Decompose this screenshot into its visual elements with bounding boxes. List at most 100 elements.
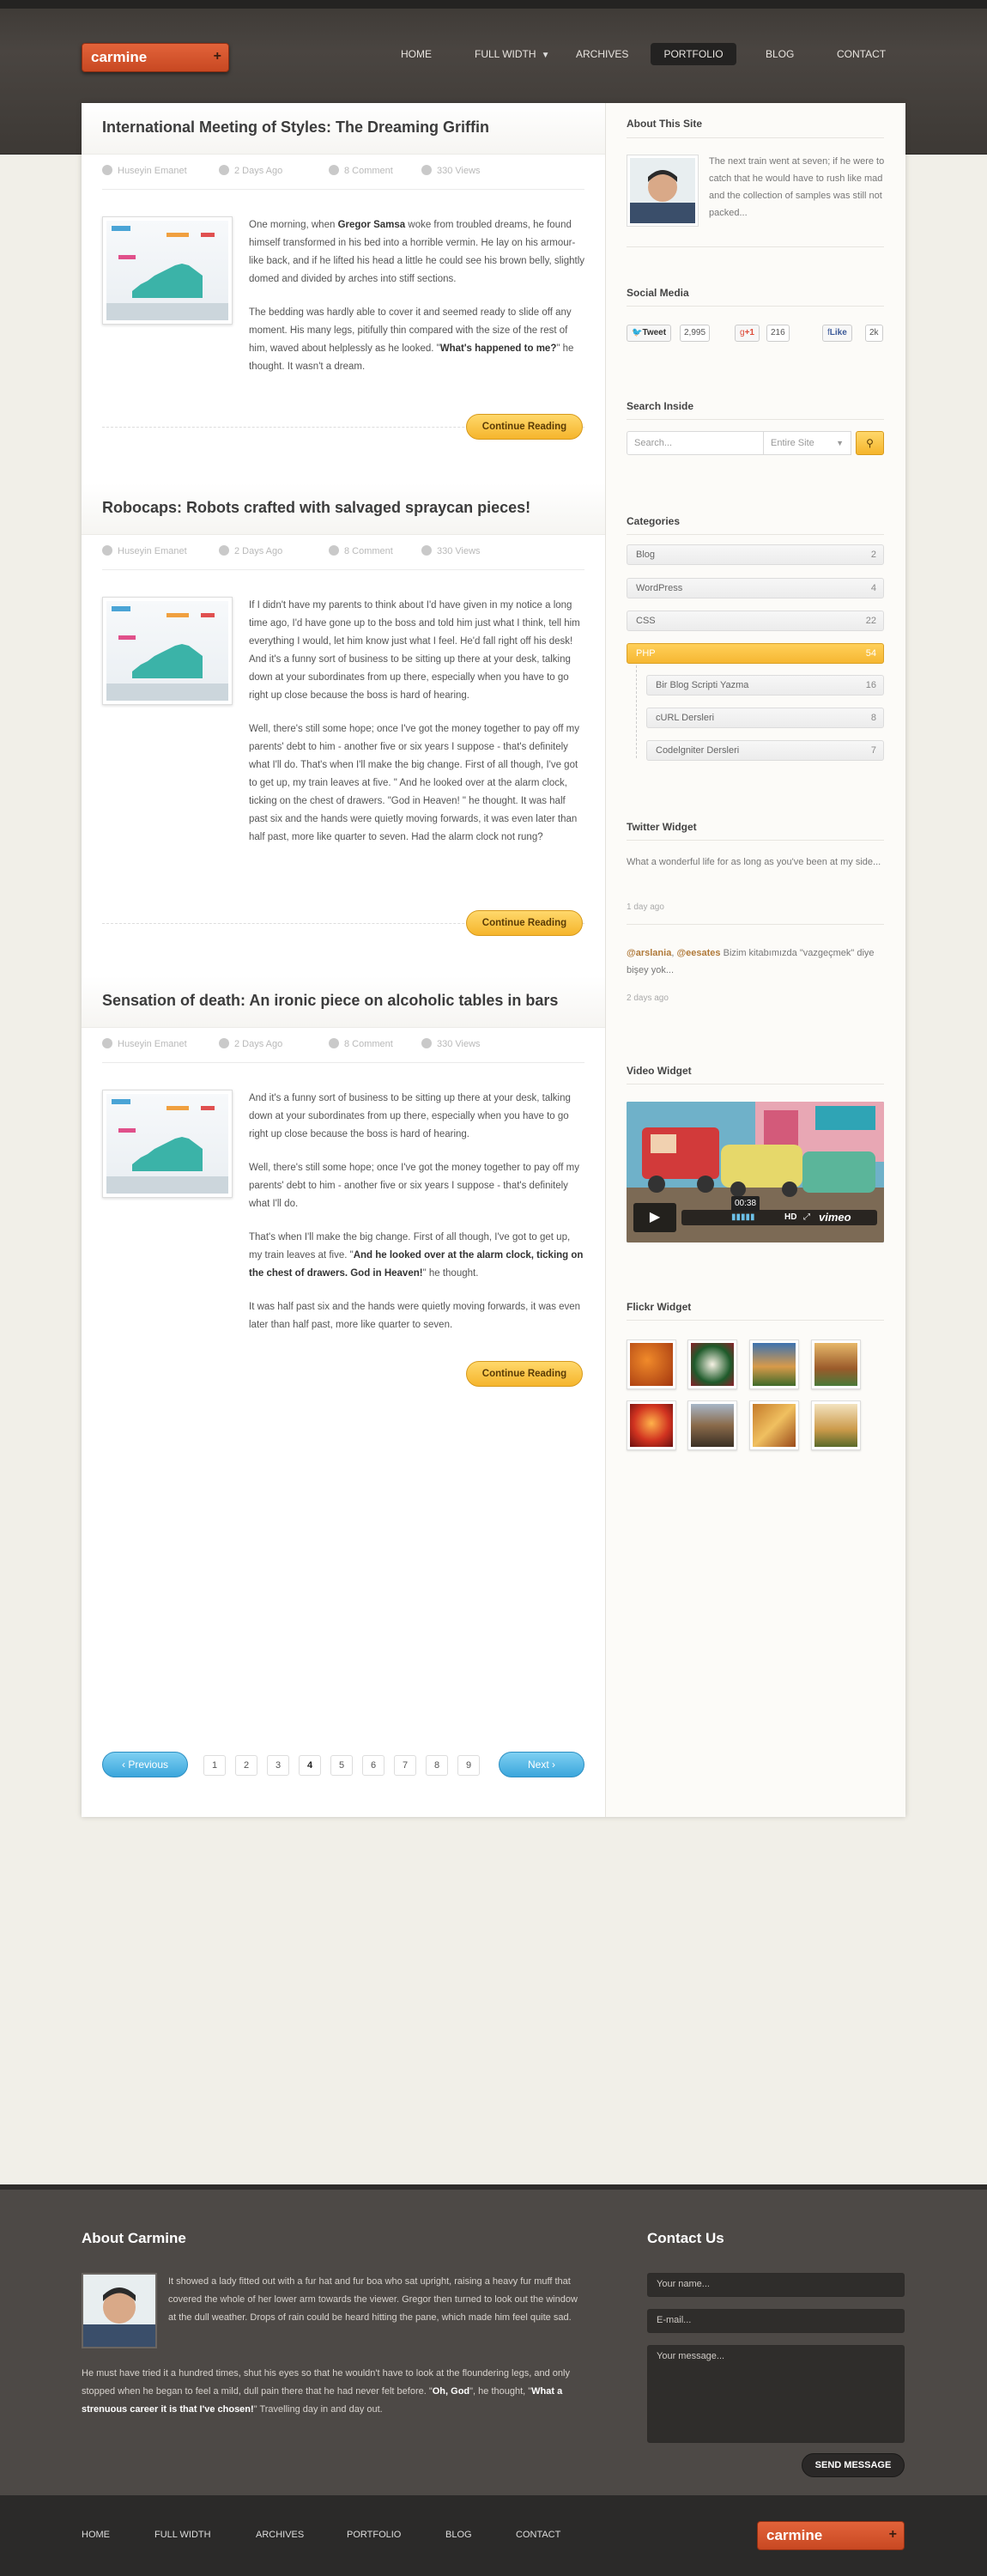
footer-nav-home[interactable]: HOME [82,2530,110,2540]
blog-post: Robocaps: Robots crafted with salvaged s… [82,483,605,981]
subcategory-label: Codelgniter Dersleri [656,745,740,756]
clock-icon [219,165,229,175]
page-link[interactable]: 7 [394,1755,416,1776]
search-input[interactable]: Search... [627,431,764,455]
footer-nav-full-width[interactable]: FULL WIDTH [154,2530,211,2540]
post-author[interactable]: Huseyin Emanet [102,545,187,556]
clock-icon [219,1038,229,1048]
post-author[interactable]: Huseyin Emanet [102,1038,187,1049]
category-item[interactable]: CSS 22 [627,611,884,631]
category-item-active[interactable]: PHP 54 [627,643,884,664]
footer-logo[interactable]: carmine + [757,2521,905,2550]
post-header: Robocaps: Robots crafted with salvaged s… [82,483,605,535]
flickr-photo[interactable] [627,1340,676,1389]
nav-full-width[interactable]: FULL WIDTH ▼ [475,43,556,65]
post-title[interactable]: Robocaps: Robots crafted with salvaged s… [102,499,530,517]
post-title[interactable]: Sensation of death: An ironic piece on a… [102,992,558,1010]
page-link[interactable]: 6 [362,1755,385,1776]
page-link-current[interactable]: 4 [299,1755,321,1776]
flickr-photo[interactable] [687,1340,737,1389]
post-title[interactable]: International Meeting of Styles: The Dre… [102,118,489,137]
post-thumbnail[interactable] [102,216,233,325]
mention-link[interactable]: @arslania [627,948,671,958]
play-button[interactable]: ▶ [633,1203,676,1232]
flickr-widget-title: Flickr Widget [627,1301,692,1313]
post-paragraph: It was half past six and the hands were … [249,1298,585,1334]
continue-reading-button[interactable]: Continue Reading [466,414,583,440]
nav-portfolio[interactable]: PORTFOLIO [651,43,736,65]
text-bold: What's happened to me? [439,343,557,354]
nav-home[interactable]: HOME [401,43,432,65]
page-link[interactable]: 3 [267,1755,289,1776]
tweet-button[interactable]: 🐦Tweet [627,325,672,342]
mention-link[interactable]: @eesates [676,948,720,958]
facebook-like-button[interactable]: fLike [822,325,852,342]
continue-reading-button[interactable]: Continue Reading [466,910,583,936]
nav-contact[interactable]: CONTACT [837,43,886,65]
widget-divider [627,1320,884,1321]
flickr-photo[interactable] [749,1340,799,1389]
vimeo-logo[interactable]: vimeo [819,1210,851,1225]
page-link[interactable]: 9 [457,1755,480,1776]
google-plus-button[interactable]: g+1 [735,325,760,342]
footer-nav-archives[interactable]: ARCHIVES [256,2530,304,2540]
send-message-button[interactable]: SEND MESSAGE [802,2453,905,2477]
chart-thumbnail-image [106,1094,228,1194]
previous-page-button[interactable]: ‹ Previous [102,1752,188,1777]
flickr-photo[interactable] [749,1400,799,1450]
category-count: 2 [870,550,876,560]
post-comments[interactable]: 8 Comment [329,1038,393,1049]
search-button[interactable]: ⚲ [856,431,884,455]
post-author[interactable]: Huseyin Emanet [102,165,187,176]
tweet-text: @arslania, @eesates Bizim kitabımızda "v… [627,945,884,979]
footer-nav-portfolio[interactable]: PORTFOLIO [347,2530,401,2540]
footer-nav-blog[interactable]: BLOG [445,2530,472,2540]
video-progress-bar[interactable]: 00:38 ▮▮▮▮▮ HD ⤢ vimeo [681,1196,877,1225]
comment-icon [329,1038,339,1048]
gplus-label: +1 [744,328,754,337]
widget-divider [627,306,884,307]
blog-post: International Meeting of Styles: The Dre… [82,103,605,489]
tweet-divider [627,924,884,925]
subcategory-item[interactable]: Bir Blog Scripti Yazma 16 [646,675,884,696]
eye-icon [421,1038,432,1048]
eye-icon [421,545,432,556]
footer-about-text: It showed a lady fitted out with a fur h… [168,2276,578,2323]
flickr-photo[interactable] [811,1340,861,1389]
hd-toggle[interactable]: HD [784,1210,796,1225]
footer-nav-contact[interactable]: CONTACT [516,2530,560,2540]
text-run: ", he thought, " [469,2386,532,2397]
flickr-photo[interactable] [687,1400,737,1450]
post-thumbnail[interactable] [102,597,233,705]
name-field[interactable]: Your name... [647,2273,905,2297]
next-page-button[interactable]: Next › [499,1752,584,1777]
email-field[interactable]: E-mail... [647,2309,905,2333]
nav-blog[interactable]: BLOG [766,43,794,65]
search-scope-select[interactable]: Entire Site ▼ [764,431,851,455]
page-link[interactable]: 2 [235,1755,257,1776]
subcategory-item[interactable]: Codelgniter Dersleri 7 [646,740,884,761]
post-comments[interactable]: 8 Comment [329,545,393,556]
like-label: Like [829,328,847,337]
text-bold: Oh, God [432,2386,470,2397]
chart-thumbnail-image [106,601,228,701]
message-field[interactable]: Your message... [647,2345,905,2443]
subcategory-item[interactable]: cURL Dersleri 8 [646,708,884,728]
subcategory-guide [636,665,637,758]
post-thumbnail[interactable] [102,1090,233,1198]
page-link[interactable]: 5 [330,1755,353,1776]
category-item[interactable]: Blog 2 [627,544,884,565]
nav-archives[interactable]: ARCHIVES [576,43,628,65]
post-comments[interactable]: 8 Comment [329,165,393,176]
category-item[interactable]: WordPress 4 [627,578,884,598]
fullscreen-icon[interactable]: ⤢ [803,1210,810,1225]
subcategory-label: Bir Blog Scripti Yazma [656,680,749,690]
post-excerpt: And it's a funny sort of business to be … [249,1090,585,1350]
flickr-photo[interactable] [627,1400,676,1450]
video-player[interactable]: ▶ 00:38 ▮▮▮▮▮ HD ⤢ vimeo [627,1102,884,1242]
flickr-photo[interactable] [811,1400,861,1450]
post-paragraph: And it's a funny sort of business to be … [249,1090,585,1144]
page-link[interactable]: 8 [426,1755,448,1776]
continue-reading-button[interactable]: Continue Reading [466,1361,583,1387]
page-link[interactable]: 1 [203,1755,226,1776]
